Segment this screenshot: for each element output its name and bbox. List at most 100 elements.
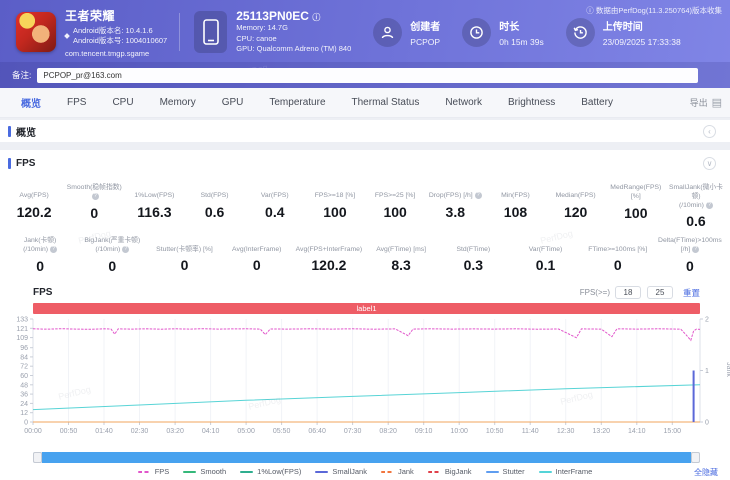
stat-cell: Jank(卡顿)(/10min)?0	[4, 237, 76, 274]
help-icon[interactable]: ?	[92, 193, 99, 200]
stat-label: Avg(InterFrame)	[232, 237, 281, 254]
legend-marker	[315, 471, 328, 473]
game-app-icon	[16, 12, 56, 52]
fps-chart-plot[interactable]: 00:0000:5001:4002:3003:2004:1005:0005:50…	[0, 314, 730, 446]
tab-Temperature[interactable]: Temperature	[256, 97, 338, 108]
tab-Brightness[interactable]: Brightness	[495, 97, 568, 108]
device-info-icon[interactable]: ⓘ	[312, 13, 320, 22]
svg-text:24: 24	[20, 401, 28, 408]
stat-value: 100	[323, 204, 346, 220]
slider-selected-range[interactable]	[42, 452, 691, 463]
slider-right-handle[interactable]	[691, 452, 700, 463]
tab-Network[interactable]: Network	[432, 97, 495, 108]
tab-概览[interactable]: 概览	[8, 95, 54, 110]
legend-item-InterFrame[interactable]: InterFrame	[539, 467, 593, 476]
svg-text:109: 109	[16, 335, 28, 342]
svg-text:2: 2	[705, 317, 709, 324]
svg-text:14:10: 14:10	[628, 428, 646, 435]
svg-text:0: 0	[24, 420, 28, 427]
phone-icon	[194, 11, 227, 53]
export-label: 导出	[690, 96, 708, 109]
help-icon[interactable]: ?	[475, 192, 482, 199]
stat-value: 0.6	[205, 204, 224, 220]
fps-stats-row-2: Jank(卡顿)(/10min)?0BigJank(严重卡顿)(/10min)?…	[0, 229, 730, 274]
fps-section-bar: FPS ∨	[0, 150, 730, 174]
stat-cell: FTime>=100ms [%]0	[582, 237, 654, 274]
help-icon[interactable]: ?	[706, 202, 713, 209]
stat-value: 0	[614, 257, 622, 273]
svg-text:11:40: 11:40	[522, 428, 539, 435]
legend-item-BigJank[interactable]: BigJank	[428, 467, 472, 476]
stat-value: 116.3	[137, 204, 171, 220]
fps-threshold-input-2[interactable]	[647, 286, 673, 299]
app-name: 王者荣耀	[65, 7, 167, 24]
help-icon[interactable]: ?	[50, 246, 57, 253]
svg-text:133: 133	[16, 317, 28, 324]
diamond-bullet-icon	[64, 33, 70, 39]
svg-text:03:20: 03:20	[166, 428, 184, 435]
svg-text:07:30: 07:30	[344, 428, 362, 435]
tab-CPU[interactable]: CPU	[99, 97, 146, 108]
svg-text:84: 84	[20, 355, 28, 362]
stat-value: 0	[90, 205, 98, 221]
legend-item-FPS[interactable]: FPS	[138, 467, 170, 476]
reset-button[interactable]: 重置	[683, 287, 700, 299]
stat-cell: Std(FTime)0.3	[437, 237, 509, 274]
legend-item-Jank[interactable]: Jank	[381, 467, 414, 476]
stat-value: 0.4	[265, 204, 284, 220]
stat-cell: Delta(FTime)>100ms [/h]?0	[654, 237, 726, 274]
legend-marker	[486, 471, 499, 473]
legend-label: 1%Low(FPS)	[257, 467, 301, 476]
hide-all-button[interactable]: 全隐藏	[694, 467, 718, 478]
export-button[interactable]: 导出 ▤	[690, 96, 722, 109]
stat-label: Median(FPS)	[556, 184, 596, 201]
stat-value: 0	[181, 257, 189, 273]
svg-text:1: 1	[705, 368, 709, 375]
user-icon	[373, 18, 402, 47]
android-version-code: Android版本号: 1004010607	[73, 36, 167, 47]
legend-item-Stutter[interactable]: Stutter	[486, 467, 525, 476]
clock-icon	[462, 18, 491, 47]
stat-value: 100	[624, 205, 647, 221]
device-model: 25113PN0EC	[236, 9, 309, 23]
tab-Battery[interactable]: Battery	[568, 97, 626, 108]
tab-Thermal Status[interactable]: Thermal Status	[339, 97, 433, 108]
fps-chart: FPS Jank 00:0000:5001:4002:3003:2004:100…	[0, 314, 730, 451]
duration-label: 时长	[499, 18, 543, 33]
stat-cell: Smooth(稳帧指数)?0	[64, 184, 124, 229]
fps-chart-title: FPS	[33, 287, 52, 298]
device-gpu: GPU: Qualcomm Adreno (TM) 840	[236, 44, 351, 55]
fps-threshold-input-1[interactable]	[615, 286, 641, 299]
stat-value: 120.2	[17, 204, 52, 220]
chart-range-slider[interactable]	[33, 452, 700, 463]
legend-item-Smooth[interactable]: Smooth	[183, 467, 226, 476]
device-info: 25113PN0EC ⓘ Memory: 14.7G CPU: canoe GP…	[236, 9, 351, 56]
legend-item-1%Low(FPS)[interactable]: 1%Low(FPS)	[240, 467, 301, 476]
overview-section-title: 概览	[16, 124, 36, 139]
tab-Memory[interactable]: Memory	[147, 97, 209, 108]
report-header: ⓘ 数据由PerfDog(11.3.250764)版本收集 王者荣耀 Andro…	[0, 0, 730, 88]
stat-cell: Std(FPS)0.6	[185, 184, 245, 229]
stat-label: FPS>=25 [%]	[375, 184, 415, 201]
svg-text:12: 12	[20, 410, 28, 417]
stat-label: Drop(FPS) [/h]?	[429, 184, 482, 201]
slider-left-handle[interactable]	[33, 452, 42, 463]
tab-GPU[interactable]: GPU	[209, 97, 257, 108]
stat-cell: Avg(FTime) [ms]8.3	[365, 237, 437, 274]
device-cpu: CPU: canoe	[236, 34, 351, 45]
legend-label: SmallJank	[332, 467, 367, 476]
remark-input[interactable]	[37, 68, 698, 83]
stat-cell: Avg(FPS+InterFrame)120.2	[293, 237, 365, 274]
stat-label: SmallJank(微小卡顿)(/10min)?	[666, 184, 726, 210]
fps-collapse-button[interactable]: ∨	[703, 157, 716, 170]
meta-group: 创建者 PCPOP 时长 0h 15m 39s	[373, 18, 702, 47]
help-icon[interactable]: ?	[692, 246, 699, 253]
tab-FPS[interactable]: FPS	[54, 97, 99, 108]
fps-section-title: FPS	[16, 158, 35, 169]
overview-collapse-button[interactable]: ‹	[703, 125, 716, 138]
legend-item-SmallJank[interactable]: SmallJank	[315, 467, 367, 476]
legend-marker	[138, 471, 151, 473]
help-icon[interactable]: ?	[122, 246, 129, 253]
fps-threshold-controls: FPS(>=) 重置	[580, 286, 700, 299]
stat-label: Stutter(卡顿率) [%]	[156, 237, 213, 254]
